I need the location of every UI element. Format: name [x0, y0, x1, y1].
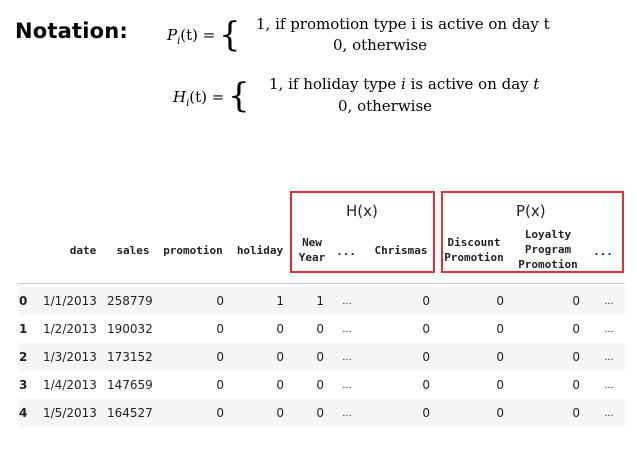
cell-idx: 3: [19, 378, 28, 392]
column-header-sales: sales: [116, 244, 150, 257]
cell-new-year: 0: [316, 322, 324, 336]
cell-holiday: 0: [276, 406, 284, 420]
cell-ell2: ...: [604, 324, 614, 335]
cell-ell2: ...: [604, 380, 614, 391]
column-header-loyalty-program-promotion: Loyalty Program Promotion: [518, 228, 578, 271]
cell-date: 1/5/2013: [43, 406, 97, 420]
cell-loyalty: 0: [572, 378, 580, 392]
cell-loyalty: 0: [572, 294, 580, 308]
cell-idx: 0: [19, 294, 28, 308]
cell-promotion: 0: [216, 350, 224, 364]
cell-ell1: ...: [342, 296, 352, 307]
holiday-formula-brace: {: [228, 76, 250, 116]
cell-ell1: ...: [342, 380, 352, 391]
cell-holiday: 0: [276, 322, 284, 336]
promotion-group-title: P(x): [516, 202, 546, 220]
cell-ell2: ...: [604, 352, 614, 363]
cell-new-year: 0: [316, 406, 324, 420]
promotion-formula-case-otherwise: 0, otherwise: [333, 36, 428, 54]
cell-date: 1/4/2013: [43, 378, 97, 392]
cell-holiday: 1: [276, 294, 284, 308]
cell-loyalty: 0: [572, 322, 580, 336]
cell-chrismas: 0: [422, 406, 430, 420]
cell-discount: 0: [496, 378, 504, 392]
cell-chrismas: 0: [422, 378, 430, 392]
cell-ell1: ...: [342, 324, 352, 335]
cell-sales: 173152: [107, 350, 153, 364]
cell-promotion: 0: [216, 378, 224, 392]
cell-date: 1/1/2013: [43, 294, 97, 308]
column-header-holiday: holiday: [236, 244, 284, 257]
holiday-group-title: H(x): [346, 202, 378, 220]
column-header-discount-promotion: Discount Promotion: [444, 236, 504, 264]
promotion-formula-lhs: Pi(t) =: [167, 26, 216, 47]
cell-loyalty: 0: [572, 350, 580, 364]
cell-promotion: 0: [216, 294, 224, 308]
holiday-formula-case-active: 1, if holiday type i is active on day t: [269, 75, 540, 93]
cell-chrismas: 0: [422, 294, 430, 308]
cell-sales: 190032: [107, 322, 153, 336]
header-divider: [18, 283, 625, 284]
cell-idx: 4: [19, 406, 28, 420]
cell-sales: 147659: [107, 378, 153, 392]
cell-loyalty: 0: [572, 406, 580, 420]
cell-holiday: 0: [276, 350, 284, 364]
cell-chrismas: 0: [422, 322, 430, 336]
cell-holiday: 0: [276, 378, 284, 392]
column-header-promotion: promotion: [163, 244, 223, 257]
cell-new-year: 1: [316, 294, 324, 308]
cell-ell2: ...: [604, 408, 614, 419]
cell-chrismas: 0: [422, 350, 430, 364]
holiday-formula-lhs: Hi(t) =: [173, 88, 225, 109]
cell-idx: 1: [19, 322, 28, 336]
promotion-formula-case-active: 1, if promotion type i is active on day …: [256, 15, 550, 33]
cell-idx: 2: [19, 350, 28, 364]
cell-sales: 258779: [107, 294, 153, 308]
holiday-formula-case-otherwise: 0, otherwise: [338, 97, 433, 115]
column-header-holiday-ellipsis: ...: [336, 245, 356, 258]
cell-ell2: ...: [604, 296, 614, 307]
column-header-new-year: New Year: [298, 236, 326, 264]
column-header-date: date: [69, 244, 97, 257]
column-header-chrismas: Chrismas: [374, 244, 428, 257]
column-header-promotion-ellipsis: ...: [593, 245, 613, 258]
cell-new-year: 0: [316, 350, 324, 364]
notation-heading: Notation:: [15, 19, 129, 43]
cell-ell1: ...: [342, 352, 352, 363]
cell-date: 1/3/2013: [43, 350, 97, 364]
cell-new-year: 0: [316, 378, 324, 392]
cell-discount: 0: [496, 406, 504, 420]
cell-ell1: ...: [342, 408, 352, 419]
cell-discount: 0: [496, 322, 504, 336]
cell-discount: 0: [496, 294, 504, 308]
cell-discount: 0: [496, 350, 504, 364]
cell-promotion: 0: [216, 406, 224, 420]
cell-promotion: 0: [216, 322, 224, 336]
cell-sales: 164527: [107, 406, 153, 420]
promotion-formula-brace: {: [219, 15, 241, 55]
cell-date: 1/2/2013: [43, 322, 97, 336]
